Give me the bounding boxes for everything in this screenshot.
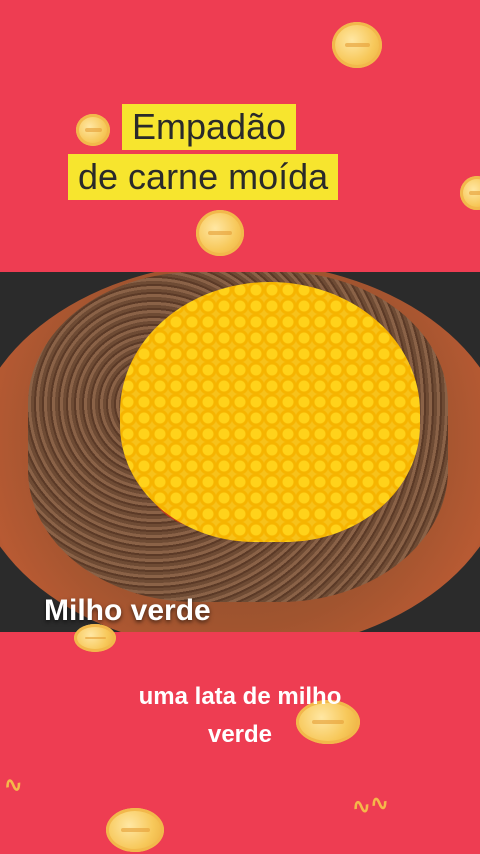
title-line-2: de carne moída [68,154,339,200]
video-caption: Milho verde [44,594,211,627]
subtitle-line-1: uma lata de milho [138,683,342,710]
subtitle-line-2: verde [207,721,273,748]
title-line-1: Empadão [122,104,297,150]
coin-icon [332,22,382,68]
subtitle-text: uma lata de milho verde [0,678,480,754]
recipe-title: Empadão de carne moída [68,104,388,208]
coin-icon [74,624,116,652]
coin-icon [106,808,164,852]
coin-icon [196,210,244,256]
video-frame[interactable]: Milho verde [0,272,480,632]
corn-image [120,282,420,542]
